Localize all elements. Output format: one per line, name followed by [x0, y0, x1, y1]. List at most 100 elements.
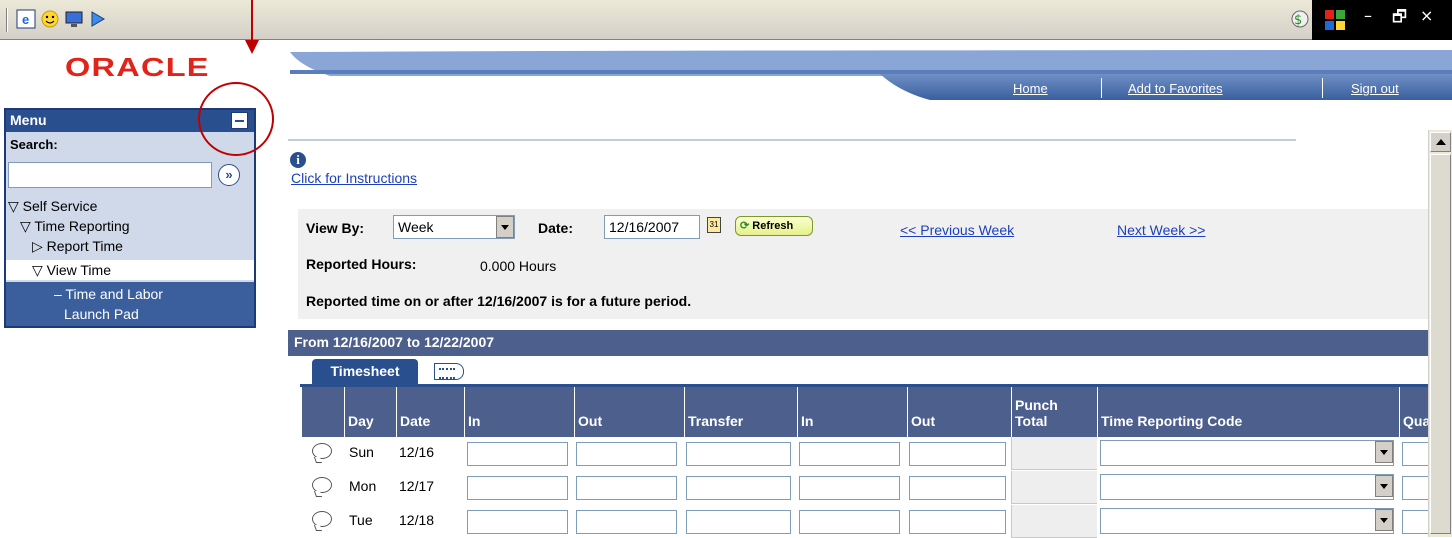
scroll-up-icon[interactable] [1430, 132, 1451, 152]
desktop-icon[interactable] [64, 9, 84, 29]
menu-search-input[interactable] [8, 162, 212, 188]
menu-title: Menu [10, 112, 47, 128]
browser-toolbar: e $ – 🗗 × [0, 0, 1452, 40]
add-to-favorites-link[interactable]: Add to Favorites [1128, 81, 1223, 96]
date-range-bar: From 12/16/2007 to 12/22/2007 [288, 330, 1452, 356]
col-header-out: Out [574, 387, 684, 437]
punch-total-cell [1011, 437, 1097, 470]
out-time-input[interactable] [576, 510, 677, 534]
col-header-out-2-label: Out [911, 413, 936, 429]
previous-week-link[interactable]: << Previous Week [900, 222, 1014, 238]
scrollbar-thumb[interactable] [1430, 154, 1451, 534]
refresh-button[interactable]: ⟳ Refresh [735, 216, 813, 236]
in-time-input[interactable] [467, 510, 568, 534]
time-reporting-code-select[interactable] [1100, 440, 1394, 466]
time-reporting-code-select[interactable] [1100, 474, 1394, 500]
tab-row: Timesheet [288, 356, 1452, 386]
close-icon[interactable]: × [1420, 6, 1433, 25]
menu-item-report-time[interactable]: ▷ Report Time [6, 236, 254, 256]
chevron-down-icon[interactable] [1375, 509, 1393, 531]
menu-item-self-service[interactable]: ▽ Self Service [6, 196, 254, 216]
table-row: Sun 12/16 [302, 437, 1432, 470]
out-2-time-input[interactable] [909, 442, 1006, 466]
punch-total-cell [1011, 505, 1097, 538]
col-header-punch-total: Punch Total [1011, 387, 1097, 437]
reported-hours-label: Reported Hours: [306, 256, 417, 272]
in-2-time-input[interactable] [799, 510, 900, 534]
home-link[interactable]: Home [1013, 81, 1048, 96]
col-header-day: Day [344, 387, 396, 437]
annotation-circle [198, 82, 274, 156]
col-header-out-2: Out [907, 387, 1011, 437]
future-period-note: Reported time on or after 12/16/2007 is … [306, 293, 692, 309]
in-2-time-input[interactable] [799, 476, 900, 500]
col-header-time-reporting-code: Time Reporting Code [1097, 387, 1399, 437]
calendar-icon[interactable]: 31 [707, 217, 721, 233]
col-header-select [302, 387, 344, 437]
windows-logo-icon [1324, 9, 1345, 30]
sync-icon[interactable]: $ [1290, 9, 1310, 29]
view-by-select[interactable]: Week [393, 215, 515, 239]
annotation-arrow-head [245, 40, 259, 54]
chevron-down-icon[interactable] [1375, 441, 1393, 463]
window-controls: – 🗗 × [1312, 0, 1452, 40]
comment-icon[interactable] [312, 511, 332, 527]
table-row: Mon 12/17 [302, 471, 1432, 504]
cursor-icon[interactable] [88, 9, 108, 29]
table-row: Tue 12/18 [302, 505, 1432, 538]
header-separator [1322, 78, 1323, 98]
oracle-logo: ORACLE [65, 52, 210, 82]
smiley-icon[interactable] [40, 9, 60, 29]
content-divider [288, 139, 1296, 141]
vertical-scrollbar[interactable] [1428, 130, 1452, 537]
info-icon: i [290, 152, 306, 168]
out-time-input[interactable] [576, 476, 677, 500]
reported-hours-value: 0.000 Hours [480, 258, 557, 274]
menu-item-time-reporting[interactable]: ▽ Time Reporting [6, 216, 254, 236]
restore-icon[interactable]: 🗗 [1392, 6, 1407, 33]
col-header-date: Date [396, 387, 464, 437]
col-header-punch-total-label: Punch Total [1015, 397, 1058, 429]
show-all-columns-icon[interactable] [434, 363, 464, 380]
launch-pad-label-line1: – Time and Labor [54, 286, 163, 302]
comment-icon[interactable] [312, 477, 332, 493]
next-week-link[interactable]: Next Week >> [1117, 222, 1205, 238]
out-2-time-input[interactable] [909, 476, 1006, 500]
sign-out-link[interactable]: Sign out [1351, 81, 1399, 96]
menu-item-view-time[interactable]: ▽ View Time [6, 260, 254, 280]
col-header-in: In [464, 387, 574, 437]
row-day: Mon [349, 478, 377, 494]
annotation-arrow-line [251, 0, 253, 42]
col-header-trc-label: Time Reporting Code [1101, 413, 1243, 429]
row-day: Tue [349, 512, 373, 528]
time-reporting-code-select[interactable] [1100, 508, 1394, 534]
transfer-input[interactable] [686, 476, 791, 500]
col-header-in-2: In [797, 387, 907, 437]
minimize-icon[interactable]: – [1364, 6, 1372, 25]
view-by-value: Week [398, 219, 434, 235]
transfer-input[interactable] [686, 442, 791, 466]
in-2-time-input[interactable] [799, 442, 900, 466]
date-input[interactable]: 12/16/2007 [604, 215, 700, 239]
svg-text:$: $ [1294, 13, 1302, 28]
launch-pad-label-line2: Launch Pad [64, 306, 139, 322]
chevron-down-icon[interactable] [1375, 475, 1393, 497]
chevron-down-icon[interactable] [496, 216, 514, 238]
tab-timesheet[interactable]: Timesheet [312, 359, 418, 385]
transfer-input[interactable] [686, 510, 791, 534]
search-go-button[interactable]: » [218, 164, 240, 186]
comment-icon[interactable] [312, 443, 332, 459]
out-2-time-input[interactable] [909, 510, 1006, 534]
col-header-out-label: Out [578, 413, 603, 429]
view-by-label: View By: [306, 220, 365, 236]
col-header-date-label: Date [400, 413, 431, 429]
menu-item-time-and-labor-launch-pad[interactable]: – Time and Labor Launch Pad [6, 282, 254, 326]
svg-text:e: e [22, 12, 29, 27]
row-date: 12/17 [399, 478, 435, 494]
date-label: Date: [538, 220, 574, 236]
ie-icon[interactable]: e [16, 9, 36, 29]
instructions-link[interactable]: Click for Instructions [291, 170, 417, 186]
in-time-input[interactable] [467, 442, 568, 466]
in-time-input[interactable] [467, 476, 568, 500]
out-time-input[interactable] [576, 442, 677, 466]
